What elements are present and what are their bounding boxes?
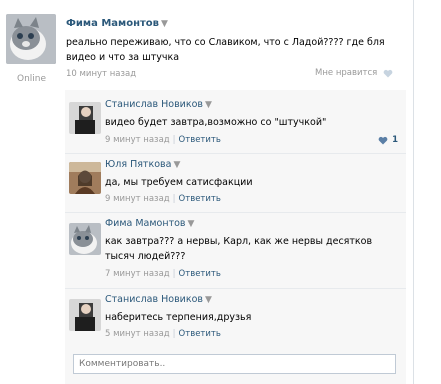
- comment-author-name[interactable]: Станислав Новиков: [105, 294, 203, 305]
- post-meta: 10 минут назад: [66, 69, 136, 79]
- comment-text: наберитесь терпения,друзья: [105, 312, 252, 323]
- reply-link[interactable]: Ответить: [179, 329, 221, 339]
- heart-icon[interactable]: [378, 136, 388, 145]
- comment-time[interactable]: 5 минут назад: [105, 329, 170, 339]
- post-author-name[interactable]: Фима Мамонтов: [66, 18, 159, 29]
- commenter-avatar[interactable]: [69, 223, 101, 255]
- comment-text: как завтра??? а нервы, Карл, как же нерв…: [105, 236, 373, 262]
- author-avatar[interactable]: [6, 14, 56, 64]
- chevron-down-icon[interactable]: ▼: [205, 100, 212, 110]
- comment-divider: [65, 153, 406, 154]
- comment-divider: [65, 212, 406, 213]
- post-author[interactable]: Фима Мамонтов ▼: [66, 18, 168, 29]
- chevron-down-icon[interactable]: ▼: [188, 219, 195, 229]
- meta-separator: |: [172, 329, 176, 339]
- comment-time[interactable]: 7 минут назад: [105, 269, 170, 279]
- comment-author[interactable]: Станислав Новиков ▼: [105, 99, 212, 110]
- like-label[interactable]: Мне нравится: [315, 68, 377, 78]
- meta-separator: |: [172, 135, 176, 145]
- comment-time[interactable]: 9 минут назад: [105, 194, 170, 204]
- online-status: Online: [17, 74, 47, 84]
- comment-divider: [65, 288, 406, 289]
- reply-link[interactable]: Ответить: [179, 194, 221, 204]
- comment-author-name[interactable]: Юля Пяткова: [105, 159, 171, 170]
- comment-author[interactable]: Юля Пяткова ▼: [105, 159, 180, 170]
- post-time[interactable]: 10 минут назад: [66, 69, 136, 79]
- like-count[interactable]: 1: [392, 135, 398, 145]
- chevron-down-icon[interactable]: ▼: [205, 295, 212, 305]
- feed-border: [413, 0, 414, 384]
- post-text: реально переживаю, что со Славиком, что …: [66, 37, 385, 63]
- comment-author[interactable]: Станислав Новиков ▼: [105, 294, 212, 305]
- chevron-down-icon[interactable]: ▼: [173, 160, 180, 170]
- comment-text: видео будет завтра,возможно со "штучкой": [105, 117, 327, 128]
- comment-author-name[interactable]: Фима Мамонтов: [105, 218, 186, 229]
- commenter-avatar[interactable]: [69, 299, 101, 331]
- heart-icon[interactable]: [383, 69, 393, 78]
- comment-author[interactable]: Фима Мамонтов ▼: [105, 218, 194, 229]
- commenter-avatar[interactable]: [69, 102, 101, 134]
- commenter-avatar[interactable]: [69, 162, 101, 194]
- comments-section: Станислав Новиков ▼ видео будет завтра,во…: [65, 90, 406, 384]
- meta-separator: |: [172, 269, 176, 279]
- comment-text: да, мы требуем сатисфакции: [105, 177, 253, 188]
- comment-meta: 9 минут назад | Ответить: [105, 194, 221, 204]
- comment-meta: 9 минут назад | Ответить: [105, 135, 221, 145]
- comment-meta: 5 минут назад | Ответить: [105, 329, 221, 339]
- reply-link[interactable]: Ответить: [179, 269, 221, 279]
- meta-separator: |: [172, 194, 176, 204]
- like-button[interactable]: Мне нравится: [315, 68, 377, 78]
- comment-time[interactable]: 9 минут назад: [105, 135, 170, 145]
- comment-input[interactable]: Комментировать..: [73, 354, 396, 374]
- reply-link[interactable]: Ответить: [179, 135, 221, 145]
- chevron-down-icon[interactable]: ▼: [161, 19, 168, 29]
- comment-meta: 7 минут назад | Ответить: [105, 269, 221, 279]
- comment-author-name[interactable]: Станислав Новиков: [105, 99, 203, 110]
